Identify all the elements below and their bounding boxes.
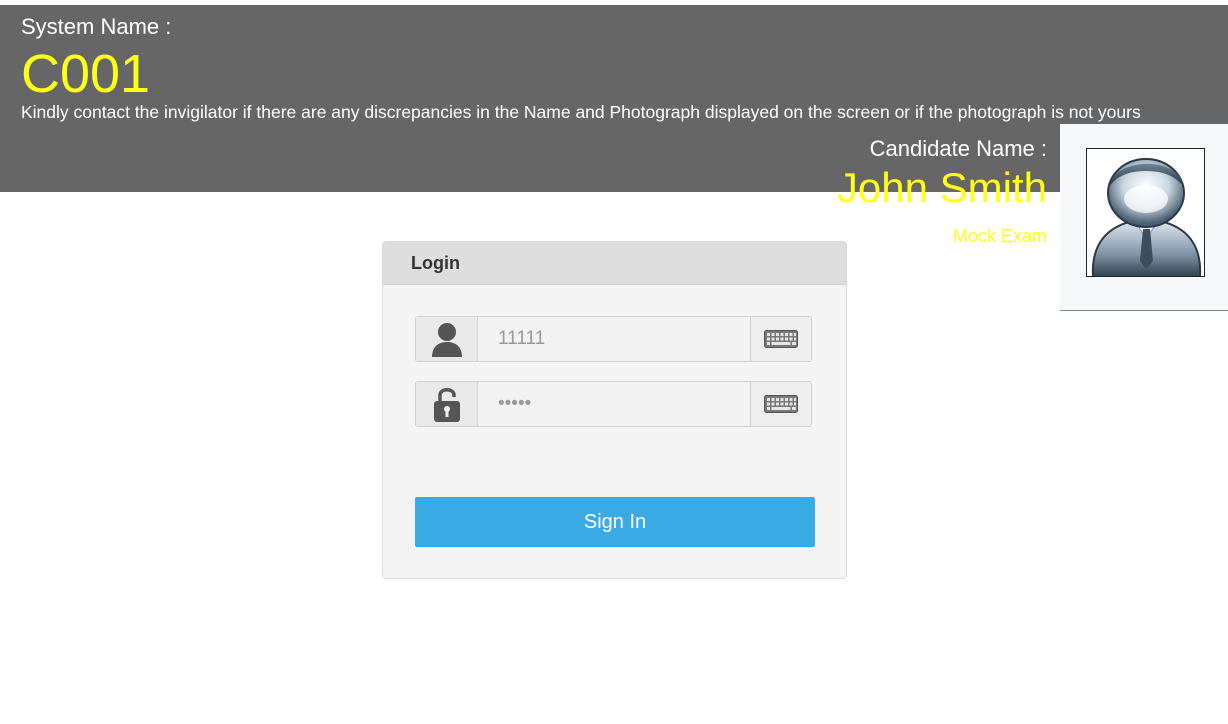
system-name-label: System Name : [21,14,172,39]
exam-name: Mock Exam [952,226,1047,246]
candidate-name-value: John Smith [836,164,1047,211]
login-panel: Login 11111 Sign In [382,241,847,579]
password-input[interactable] [478,382,750,426]
exam-login-page: System Name : C001 Kindly contact the in… [0,0,1228,724]
candidate-name-label: Candidate Name : [869,136,1047,161]
keyboard-icon[interactable] [750,317,811,361]
avatar-icon [1091,158,1202,276]
user-icon [416,317,478,361]
keyboard-icon[interactable] [750,382,811,426]
invigilator-notice: Kindly contact the invigilator if there … [21,102,1141,122]
sign-in-button[interactable]: Sign In [415,497,815,547]
username-input[interactable] [478,317,750,361]
password-field [415,381,812,427]
login-title: Login [411,253,460,273]
username-field [415,316,812,362]
login-panel-header: Login [383,242,846,285]
candidate-photo [1086,148,1205,277]
system-name-value: C001 [21,44,151,104]
lock-icon [416,382,478,426]
header-bar: System Name : C001 Kindly contact the in… [0,5,1228,211]
candidate-photo-panel [1060,124,1228,311]
